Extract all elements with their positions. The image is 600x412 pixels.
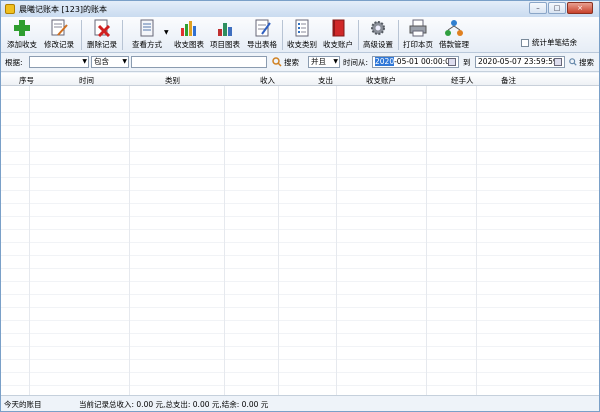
maximize-button[interactable]: □ bbox=[548, 2, 566, 14]
column-header-income[interactable]: 收入 bbox=[260, 75, 275, 86]
logic-value: 并且 bbox=[311, 57, 326, 66]
search-button-2[interactable]: 搜索 bbox=[579, 57, 594, 68]
status-bar: 今天的账目 当前记录总收入: 0.00 元,总支出: 0.00 元,结余: 0.… bbox=[1, 395, 599, 411]
advanced-settings-label: 高级设置 bbox=[363, 40, 393, 49]
category-icon bbox=[295, 19, 309, 37]
account-book-icon bbox=[332, 19, 345, 37]
toolbar-separator bbox=[81, 20, 82, 50]
printer-icon bbox=[409, 19, 427, 37]
title-bar: 晨曦记账本 [123]的账本 – □ × bbox=[1, 1, 599, 17]
minimize-button[interactable]: – bbox=[529, 2, 547, 14]
basis-field-select[interactable]: ▼ bbox=[29, 56, 89, 68]
edit-record-icon bbox=[51, 19, 68, 36]
loan-management-label: 借款管理 bbox=[439, 40, 469, 49]
chevron-down-icon: ▼ bbox=[122, 58, 127, 65]
export-table-label: 导出表格 bbox=[247, 40, 277, 49]
logic-select[interactable]: 并且 ▼ bbox=[308, 56, 340, 68]
add-entry-button[interactable]: 添加收支 bbox=[7, 18, 37, 52]
category-button[interactable]: 收支类别 bbox=[285, 18, 319, 52]
search-button[interactable]: 搜索 bbox=[284, 57, 299, 68]
income-chart-button[interactable]: 收支图表 bbox=[172, 18, 206, 52]
loan-management-button[interactable]: 借款管理 bbox=[436, 18, 472, 52]
window-controls: – □ × bbox=[529, 2, 593, 14]
view-mode-label: 查看方式 bbox=[132, 40, 162, 49]
date-to-picker[interactable]: 2020-05-07 23:59:59 bbox=[475, 56, 565, 68]
search-input[interactable] bbox=[131, 56, 267, 68]
account-button[interactable]: 收支账户 bbox=[321, 18, 355, 52]
toolbar-separator bbox=[282, 20, 283, 50]
stat-single-balance-label: 统计单笔结余 bbox=[532, 38, 577, 47]
view-mode-dropdown-icon[interactable]: ▼ bbox=[164, 29, 169, 36]
delete-record-button[interactable]: 删除记录 bbox=[85, 18, 119, 52]
export-table-button[interactable]: 导出表格 bbox=[245, 18, 279, 52]
table-header: 序号 时间 类别 收入 支出 收支账户 经手人 备注 bbox=[1, 73, 599, 86]
match-mode-value: 包含 bbox=[94, 57, 109, 66]
column-header-account[interactable]: 收支账户 bbox=[366, 75, 396, 86]
export-table-icon bbox=[255, 19, 271, 37]
date-from-year: 2020 bbox=[375, 57, 395, 66]
time-from-label: 时间从: bbox=[343, 58, 369, 67]
item-chart-button[interactable]: 项目图表 bbox=[208, 18, 242, 52]
window-title: 晨曦记账本 [123]的账本 bbox=[19, 4, 108, 14]
filter-bar: 根据: ▼ 包含 ▼ 搜索 并且 ▼ 时间从: 2020-05-01 00:00… bbox=[1, 54, 599, 72]
column-header-time[interactable]: 时间 bbox=[79, 75, 94, 86]
item-chart-label: 项目图表 bbox=[210, 40, 240, 49]
loan-network-icon bbox=[445, 20, 463, 36]
status-today: 今天的账目 bbox=[4, 400, 42, 409]
column-header-category[interactable]: 类别 bbox=[165, 75, 180, 86]
search-icon[interactable] bbox=[272, 57, 282, 67]
toolbar: 添加收支 修改记录 删除记录 查看方式 ▼ 收支图表 项目图表 导出表格 收支类… bbox=[1, 17, 599, 53]
column-header-index[interactable]: 序号 bbox=[19, 75, 34, 86]
column-header-expense[interactable]: 支出 bbox=[318, 75, 333, 86]
advanced-settings-button[interactable]: 高级设置 bbox=[361, 18, 395, 52]
status-summary: 当前记录总收入: 0.00 元,总支出: 0.00 元,结余: 0.00 元 bbox=[79, 400, 269, 409]
gear-icon bbox=[371, 21, 385, 35]
stat-single-balance-checkbox[interactable]: 统计单笔结余 bbox=[521, 37, 577, 48]
records-table[interactable]: 序号 时间 类别 收入 支出 收支账户 经手人 备注 bbox=[1, 73, 599, 395]
toolbar-separator bbox=[398, 20, 399, 50]
calendar-icon[interactable] bbox=[554, 58, 562, 66]
print-page-label: 打印本页 bbox=[403, 40, 433, 49]
view-mode-button[interactable]: 查看方式 bbox=[126, 18, 168, 52]
income-chart-label: 收支图表 bbox=[174, 40, 204, 49]
date-to-value: 2020-05-07 23:59:59 bbox=[478, 57, 558, 66]
add-entry-label: 添加收支 bbox=[7, 40, 37, 49]
toolbar-separator bbox=[122, 20, 123, 50]
checkbox-box[interactable] bbox=[521, 38, 529, 47]
calendar-icon[interactable] bbox=[448, 58, 456, 66]
column-header-handler[interactable]: 经手人 bbox=[451, 75, 474, 86]
chevron-down-icon: ▼ bbox=[82, 58, 87, 65]
account-label: 收支账户 bbox=[323, 40, 353, 49]
delete-record-label: 删除记录 bbox=[87, 40, 117, 49]
app-icon bbox=[5, 4, 15, 14]
match-mode-select[interactable]: 包含 ▼ bbox=[91, 56, 129, 68]
column-header-note[interactable]: 备注 bbox=[501, 75, 516, 86]
item-chart-icon bbox=[218, 23, 232, 36]
add-plus-icon bbox=[14, 20, 30, 36]
bar-chart-icon bbox=[181, 21, 196, 36]
date-from-rest: -05-01 00:00:00 bbox=[394, 57, 455, 66]
edit-record-button[interactable]: 修改记录 bbox=[43, 18, 75, 52]
delete-record-icon bbox=[94, 19, 111, 37]
chevron-down-icon: ▼ bbox=[333, 58, 338, 65]
close-button[interactable]: × bbox=[567, 2, 593, 14]
edit-record-label: 修改记录 bbox=[44, 40, 74, 49]
date-from-picker[interactable]: 2020-05-01 00:00:00 bbox=[372, 56, 459, 68]
search-icon[interactable] bbox=[569, 58, 577, 66]
category-label: 收支类别 bbox=[287, 40, 317, 49]
basis-label: 根据: bbox=[5, 58, 23, 67]
print-page-button[interactable]: 打印本页 bbox=[401, 18, 435, 52]
to-label: 到 bbox=[463, 58, 471, 67]
toolbar-separator bbox=[358, 20, 359, 50]
view-mode-icon bbox=[140, 19, 154, 37]
main-window: 晨曦记账本 [123]的账本 – □ × 添加收支 修改记录 删除记录 查看方式… bbox=[0, 0, 600, 412]
